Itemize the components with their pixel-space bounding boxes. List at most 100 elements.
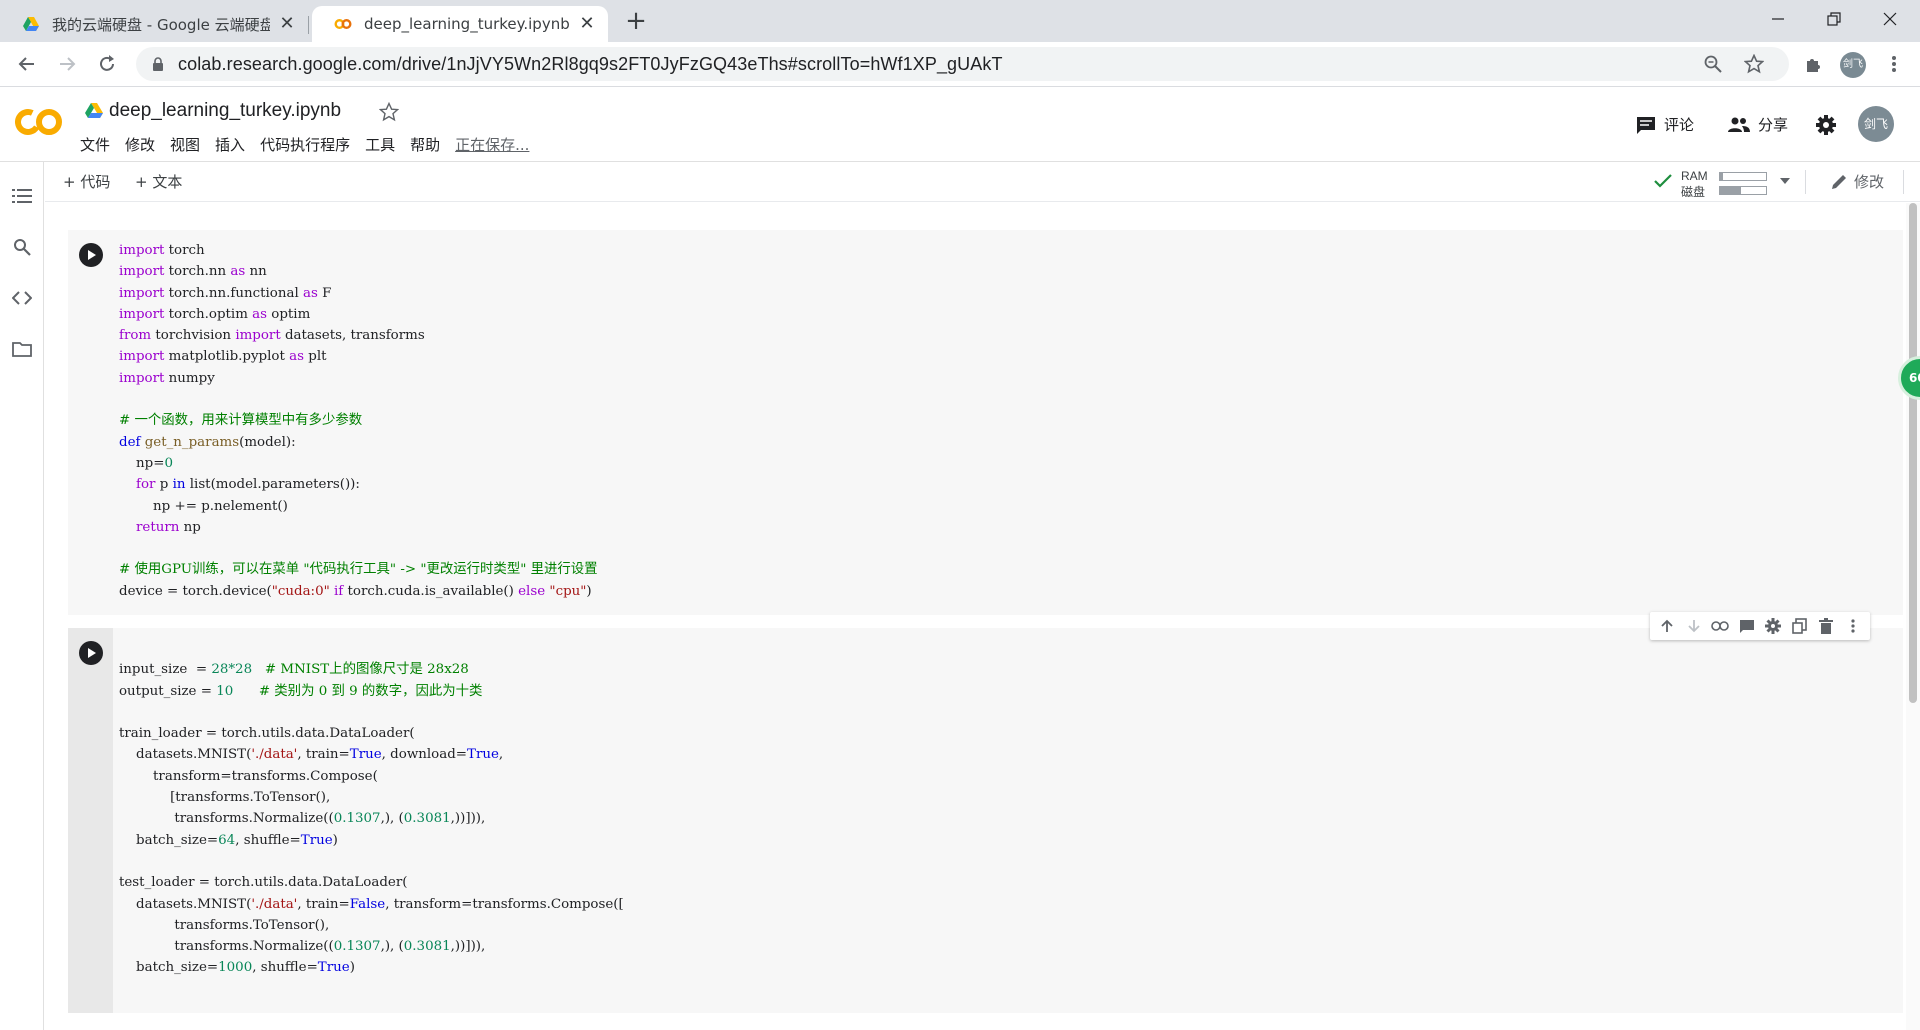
zoom-icon[interactable]: [1704, 55, 1722, 73]
code-token: ): [586, 583, 592, 599]
menu-edit[interactable]: 修改: [125, 134, 155, 155]
close-window-button[interactable]: [1862, 0, 1918, 38]
address-bar[interactable]: colab.research.google.com/drive/1nJjVY5W…: [136, 47, 1789, 81]
code-token: torch.optim: [168, 306, 248, 322]
code-line: import torch.optim as optim: [119, 304, 598, 325]
menu-view[interactable]: 视图: [170, 134, 200, 155]
code-token: datasets, transforms: [284, 328, 425, 344]
saving-status[interactable]: 正在保存...: [455, 134, 529, 155]
star-bookmark-icon[interactable]: [1744, 54, 1764, 74]
code-token: , transform=transforms.Compose([: [385, 896, 624, 912]
menu-tools[interactable]: 工具: [365, 134, 395, 155]
close-tab-icon[interactable]: ✕: [278, 15, 296, 33]
star-icon[interactable]: [379, 102, 399, 122]
forward-button[interactable]: [53, 50, 81, 78]
extensions-button[interactable]: [1800, 50, 1828, 78]
code-token: from: [119, 328, 152, 344]
pencil-icon: [1832, 174, 1846, 189]
code-token: 0.1307: [333, 811, 381, 827]
edit-button[interactable]: 修改: [1830, 171, 1884, 192]
back-button[interactable]: [13, 50, 41, 78]
menu-bar: 文件 修改 视图 插入 代码执行程序 工具 帮助 正在保存...: [80, 134, 544, 155]
resources-indicator[interactable]: RAM 磁盘: [1653, 168, 1793, 199]
scrollbar-thumb[interactable]: [1909, 203, 1917, 703]
colab-logo-icon[interactable]: [14, 106, 64, 138]
tab-colab-notebook[interactable]: deep_learning_turkey.ipynb - Colaborator…: [312, 6, 608, 42]
menu-help[interactable]: 帮助: [410, 134, 440, 155]
google-drive-icon: [85, 103, 103, 118]
link-to-cell-button[interactable]: [1708, 614, 1732, 638]
code-editor[interactable]: input_size = 28*28 # MNIST上的图像尺寸是 28x28 o…: [119, 638, 624, 979]
close-tab-icon[interactable]: ✕: [578, 15, 596, 33]
menu-runtime[interactable]: 代码执行程序: [260, 134, 350, 155]
code-line: np=0: [119, 453, 598, 474]
code-snippets-button[interactable]: [11, 287, 33, 309]
move-cell-down-button[interactable]: [1682, 614, 1706, 638]
share-button[interactable]: 分享: [1728, 114, 1788, 135]
menu-insert[interactable]: 插入: [215, 134, 245, 155]
reload-button[interactable]: [93, 50, 121, 78]
add-text-button[interactable]: + 文本: [135, 171, 182, 192]
code-token: 0.3081: [403, 939, 451, 955]
delete-cell-button[interactable]: [1814, 614, 1838, 638]
notebook-toolbar: + 代码 + 文本 RAM 磁盘 修改: [45, 162, 1920, 202]
run-cell-button[interactable]: [79, 641, 103, 665]
comment-button[interactable]: 评论: [1636, 114, 1694, 135]
comment-icon: [1637, 116, 1655, 134]
menu-file[interactable]: 文件: [80, 134, 110, 155]
chevron-down-icon: [1780, 178, 1790, 184]
new-tab-button[interactable]: +: [622, 8, 650, 36]
code-line: for p in list(model.parameters()):: [119, 474, 598, 495]
comment-label: 评论: [1664, 116, 1695, 134]
code-token: torchvision: [155, 328, 232, 344]
code-token: plt: [308, 349, 327, 365]
cell-settings-button[interactable]: [1761, 614, 1785, 638]
close-icon: [1883, 12, 1897, 26]
minimize-icon: [1772, 18, 1784, 20]
disk-label: 磁盘: [1681, 185, 1706, 199]
files-button[interactable]: [11, 338, 33, 360]
table-of-contents-button[interactable]: [11, 185, 33, 207]
notebook-area: import torch import torch.nn as nn import …: [45, 203, 1920, 1030]
link-icon: [1711, 621, 1730, 631]
code-cell[interactable]: input_size = 28*28 # MNIST上的图像尺寸是 28x28 o…: [68, 628, 1903, 1013]
notebook-title[interactable]: deep_learning_turkey.ipynb: [109, 100, 341, 122]
code-token: , train=: [297, 896, 350, 912]
run-cell-button[interactable]: [79, 243, 103, 267]
copy-icon: [1791, 618, 1807, 634]
code-line: test_loader = torch.utils.data.DataLoade…: [119, 872, 624, 893]
mirror-cell-button[interactable]: [1788, 614, 1812, 638]
code-token: 1000: [218, 960, 253, 976]
search-icon: [14, 239, 31, 256]
notebook-scrollbar[interactable]: [1906, 203, 1920, 1030]
google-drive-icon: [23, 17, 39, 31]
code-token: optim: [271, 306, 311, 322]
code-cell[interactable]: import torch import torch.nn as nn import …: [68, 230, 1903, 615]
toolbar-divider: [1903, 170, 1904, 194]
code-token: False: [349, 896, 386, 912]
user-avatar[interactable]: 剑飞: [1858, 106, 1894, 142]
code-token: import: [119, 306, 165, 322]
code-token: test_loader = torch.utils.data.DataLoade…: [119, 875, 408, 891]
code-token: output_size =: [119, 683, 217, 699]
restore-button[interactable]: [1806, 0, 1862, 38]
more-actions-button[interactable]: [1841, 614, 1865, 638]
add-code-button[interactable]: + 代码: [63, 171, 110, 192]
code-token: datasets.MNIST(: [119, 747, 252, 763]
minimize-button[interactable]: [1750, 0, 1806, 38]
add-comment-button[interactable]: [1735, 614, 1759, 638]
code-line: datasets.MNIST('./data', train=False, tr…: [119, 894, 624, 915]
code-editor[interactable]: import torch import torch.nn as nn import …: [119, 240, 598, 602]
profile-avatar[interactable]: 剑飞: [1840, 52, 1866, 78]
edit-label: 修改: [1854, 173, 1885, 191]
puzzle-icon: [1807, 59, 1820, 72]
colab-header: deep_learning_turkey.ipynb 文件 修改 视图 插入 代…: [0, 88, 1920, 162]
move-cell-up-button[interactable]: [1655, 614, 1679, 638]
search-button[interactable]: [11, 236, 33, 258]
gear-icon[interactable]: [1815, 114, 1837, 136]
code-line: batch_size=1000, shuffle=True): [119, 957, 624, 978]
tab-google-drive[interactable]: 我的云端硬盘 - Google 云端硬盘 ✕: [0, 6, 308, 42]
chrome-menu-button[interactable]: [1880, 50, 1908, 78]
